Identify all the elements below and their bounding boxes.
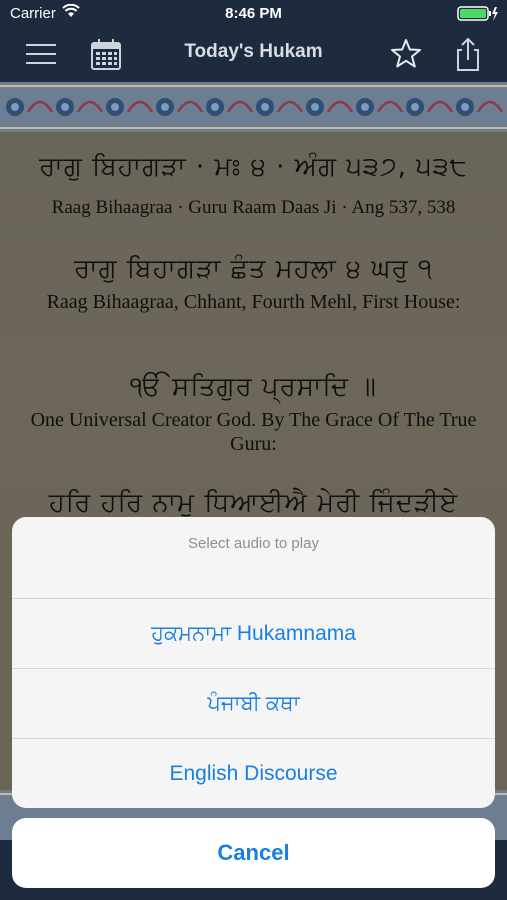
- action-sheet-heading: Select audio to play: [12, 517, 495, 599]
- cancel-button[interactable]: Cancel: [12, 818, 495, 888]
- audio-action-sheet: Select audio to play ਹੁਕਮਨਾਮਾ Hukamnama …: [12, 517, 495, 808]
- option-punjabi-katha[interactable]: ਪੰਜਾਬੀ ਕਥਾ: [12, 669, 495, 739]
- option-hukamnama[interactable]: ਹੁਕਮਨਾਮਾ Hukamnama: [12, 599, 495, 669]
- option-english-discourse[interactable]: English Discourse: [12, 739, 495, 808]
